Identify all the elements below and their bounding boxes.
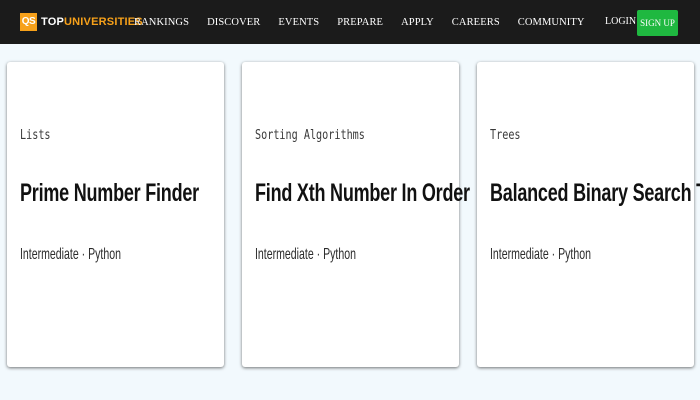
project-card-find-xth-number[interactable]: Sorting Algorithms Find Xth Number In Or… <box>242 62 470 367</box>
card-meta: Intermediate · Python <box>255 246 356 263</box>
logo-badge: QS <box>20 13 37 31</box>
project-card-balanced-bst[interactable]: Trees Balanced Binary Search Tree Interm… <box>477 62 700 367</box>
signup-button[interactable]: SIGN UP <box>637 10 678 36</box>
card-category: Lists <box>20 128 51 143</box>
nav-events[interactable]: EVENTS <box>278 17 319 28</box>
card-meta: Intermediate · Python <box>490 246 591 263</box>
login-link[interactable]: LOGIN <box>605 16 636 27</box>
nav-apply[interactable]: APPLY <box>401 17 434 28</box>
card-category: Trees <box>490 128 521 143</box>
logo-brand: TOP <box>41 16 65 28</box>
nav-careers[interactable]: CAREERS <box>452 17 500 28</box>
logo-accent: UNIVERSITIES <box>64 16 143 28</box>
project-card-prime-number-finder[interactable]: Lists Prime Number Finder Intermediate ·… <box>7 62 224 367</box>
card-title: Prime Number Finder <box>20 179 199 207</box>
card-title: Balanced Binary Search Tree <box>490 179 700 207</box>
top-navbar: QS TOPUNIVERSITIES RANKINGS DISCOVER EVE… <box>0 0 700 44</box>
card-title: Find Xth Number In Order <box>255 179 470 207</box>
nav-community[interactable]: COMMUNITY <box>518 17 585 28</box>
nav-prepare[interactable]: PREPARE <box>337 17 383 28</box>
card-category: Sorting Algorithms <box>255 128 365 143</box>
site-logo[interactable]: QS TOPUNIVERSITIES <box>20 13 143 31</box>
nav-discover[interactable]: DISCOVER <box>207 17 260 28</box>
nav-rankings[interactable]: RANKINGS <box>134 17 189 28</box>
card-meta: Intermediate · Python <box>20 246 121 263</box>
logo-wordmark: TOPUNIVERSITIES <box>41 16 143 28</box>
main-nav: RANKINGS DISCOVER EVENTS PREPARE APPLY C… <box>134 0 603 44</box>
